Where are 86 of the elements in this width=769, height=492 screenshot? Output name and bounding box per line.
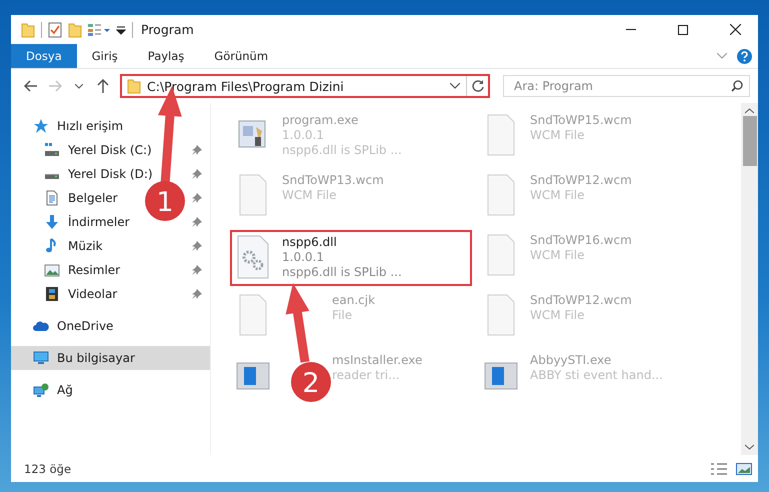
file-name: program.exe — [282, 113, 360, 127]
search-box[interactable]: Ara: Program — [503, 75, 750, 97]
file-detail: ABBY sti event hand... — [530, 368, 663, 382]
folder-icon — [127, 78, 141, 94]
file-detail: WCM File — [530, 188, 586, 202]
window-title: Program — [141, 22, 195, 37]
file-detail: File — [332, 308, 354, 322]
drive-icon — [44, 174, 60, 180]
sidebar-item[interactable]: OneDrive — [57, 319, 114, 333]
view-icon[interactable] — [88, 22, 110, 36]
sidebar-item[interactable]: Yerel Disk (C:) — [68, 143, 152, 157]
chevron-down-icon[interactable] — [450, 83, 460, 89]
maximize-icon — [678, 24, 688, 34]
sidebar-item[interactable]: Yerel Disk (D:) — [68, 167, 153, 181]
ribbon-tab[interactable]: Paylaş — [132, 44, 200, 68]
pin-icon[interactable] — [192, 241, 202, 251]
dropdown-icon[interactable] — [116, 24, 126, 34]
file-detail: WCM File — [530, 248, 586, 262]
highlighted-file-item[interactable]: nspp6.dll 1.0.0.1 nspp6.dll is SPLib ... — [230, 230, 472, 286]
film-icon — [44, 286, 60, 302]
ribbon-tab[interactable]: Dosya — [11, 44, 77, 68]
file-detail: 1.0.0.1 — [282, 128, 325, 142]
pin-icon[interactable] — [192, 289, 202, 299]
sidebar-item[interactable]: Videolar — [68, 287, 118, 301]
pin-icon[interactable] — [192, 265, 202, 275]
drive-icon — [44, 142, 60, 158]
scrollbar[interactable] — [741, 103, 758, 455]
file-detail: WCM File — [530, 128, 586, 142]
large-icons-view-icon[interactable] — [736, 462, 752, 476]
new-folder-icon — [68, 22, 82, 38]
minimize-icon — [626, 29, 636, 30]
refresh-icon — [472, 80, 484, 92]
file-detail: nspp6.dll is SPLib ... — [282, 265, 402, 279]
step-number: 1 — [156, 187, 174, 218]
step-number: 2 — [302, 368, 320, 399]
sidebar-item[interactable]: İndirmeler — [68, 215, 130, 229]
network-icon — [33, 382, 49, 398]
scroll-down-icon[interactable] — [745, 444, 754, 450]
chevron-down-icon — [75, 84, 83, 88]
step-badge — [291, 362, 331, 402]
ribbon-tab[interactable]: Giriş — [76, 44, 133, 68]
ribbon-tab[interactable]: Görünüm — [199, 44, 284, 68]
file-name: SndToWP13.wcm — [282, 173, 384, 187]
file-detail: nspp6.dll is SPLib ... — [282, 143, 402, 157]
file-detail: WCM File — [530, 308, 586, 322]
step-badge — [145, 181, 185, 221]
item-count: 123 öğe — [24, 462, 72, 476]
file-name: AbbyySTI.exe — [530, 353, 612, 367]
file-name: ean.cjk — [332, 293, 376, 307]
file-name: nspp6.dll — [282, 235, 338, 249]
up-arrow-icon — [97, 79, 109, 93]
pin-icon[interactable] — [192, 169, 202, 179]
star-icon — [33, 118, 49, 134]
search-icon — [731, 80, 743, 92]
sidebar-item[interactable]: Resimler — [68, 263, 120, 277]
close-icon — [730, 24, 740, 35]
scroll-up-icon[interactable] — [745, 108, 754, 114]
pin-icon[interactable] — [192, 217, 202, 227]
file-name: SndToWP15.wcm — [530, 113, 632, 127]
download-icon — [44, 214, 60, 230]
pin-icon[interactable] — [192, 145, 202, 155]
computer-icon — [33, 350, 49, 366]
file-detail: 1.0.0.1 — [282, 250, 325, 264]
details-view-icon[interactable] — [710, 462, 728, 476]
image-icon — [44, 262, 60, 278]
sidebar-item[interactable]: Müzik — [68, 239, 103, 253]
file-name: msInstaller.exe — [332, 353, 422, 367]
address-field[interactable]: C:\Program Files\Program Dizini — [120, 74, 490, 98]
file-name: SndToWP16.wcm — [530, 233, 632, 247]
forward-arrow-icon — [48, 80, 62, 92]
sidebar-item[interactable]: Bu bilgisayar — [57, 351, 135, 365]
sidebar-item[interactable]: Belgeler — [68, 191, 118, 205]
sidebar-item[interactable]: Ağ — [57, 383, 73, 397]
help-icon[interactable] — [737, 48, 752, 64]
pin-icon[interactable] — [192, 193, 202, 203]
sidebar-item[interactable]: Hızlı erişim — [57, 119, 124, 133]
scroll-thumb[interactable] — [742, 116, 756, 166]
back-arrow-icon — [24, 80, 38, 92]
settings-file-icon — [236, 235, 270, 279]
file-detail: reader tri... — [332, 368, 401, 382]
document-icon — [44, 190, 60, 206]
properties-icon[interactable] — [48, 22, 62, 38]
folder-icon — [21, 22, 35, 38]
file-name: SndToWP12.wcm — [530, 173, 632, 187]
file-detail: WCM File — [282, 188, 338, 202]
file-name: SndToWP12.wcm — [530, 293, 632, 307]
